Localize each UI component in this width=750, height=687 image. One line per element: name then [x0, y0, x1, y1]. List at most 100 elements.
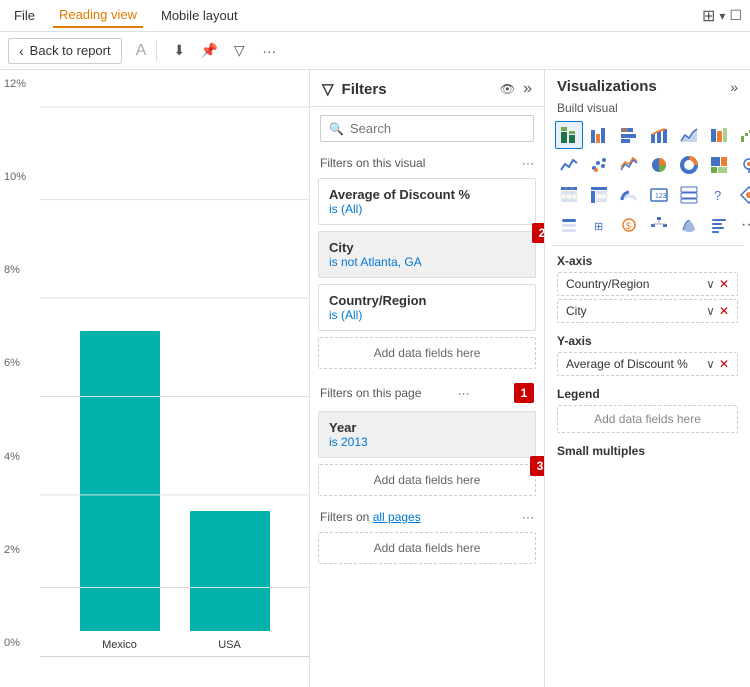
y-axis-labels: 0% 2% 4% 6% 8% 10% 12%: [4, 70, 26, 657]
remove-x-city-icon[interactable]: ✕: [719, 304, 729, 318]
filters-panel: ▽ Filters 👁 » 🔍 Filters on this visual ·…: [310, 70, 545, 687]
viz-stacked-bar[interactable]: [555, 121, 583, 149]
y-axis-discount-text: Average of Discount %: [566, 357, 688, 371]
filters-visual-section: Filters on this visual ···: [310, 150, 544, 176]
viz-arcgis[interactable]: [735, 181, 750, 209]
remove-x-country-icon[interactable]: ✕: [719, 277, 729, 291]
y-axis-discount-icons: ∨ ✕: [706, 357, 729, 371]
chevron-down-icon-3[interactable]: ∨: [706, 357, 715, 371]
y-label-6: 6%: [4, 357, 26, 369]
viz-clustered-bar[interactable]: [585, 121, 613, 149]
x-axis-city-field[interactable]: City ∨ ✕: [557, 299, 738, 323]
filters-page-section: Filters on this page ··· 1: [310, 377, 544, 409]
x-axis-city-icons: ∨ ✕: [706, 304, 729, 318]
filter-city-badge: 2: [532, 223, 545, 243]
chevron-down-icon-2[interactable]: ∨: [706, 304, 715, 318]
viz-table[interactable]: [555, 181, 583, 209]
grid-icon[interactable]: ⊞: [702, 6, 715, 26]
viz-line-bar[interactable]: [645, 121, 673, 149]
y-axis-discount-field[interactable]: Average of Discount % ∨ ✕: [557, 352, 738, 376]
viz-filled-map[interactable]: [675, 211, 703, 239]
search-box[interactable]: 🔍: [320, 115, 534, 142]
viz-decomp-tree[interactable]: [645, 211, 673, 239]
add-field-visual[interactable]: Add data fields here: [318, 337, 536, 369]
menu-reading-view[interactable]: Reading view: [53, 3, 143, 28]
viz-pie[interactable]: [645, 151, 673, 179]
legend-add-field[interactable]: Add data fields here: [557, 405, 738, 433]
viz-treemap[interactable]: [705, 151, 733, 179]
viz-area[interactable]: [675, 121, 703, 149]
bar-usa-label: USA: [218, 639, 241, 651]
viz-expand-icon[interactable]: »: [730, 79, 738, 95]
y-axis-section: Y-axis Average of Discount % ∨ ✕: [551, 330, 744, 383]
viz-line-cluster[interactable]: [615, 151, 643, 179]
viz-donut[interactable]: [675, 151, 703, 179]
x-axis-label: X-axis: [557, 254, 738, 268]
menu-icons-right: ⊞ ▾ ☐: [702, 6, 742, 26]
y-axis-label: Y-axis: [557, 334, 738, 348]
y-label-2: 2%: [4, 544, 26, 556]
filter-city[interactable]: City is not Atlanta, GA: [318, 231, 536, 278]
viz-stacked-bar-h[interactable]: [615, 121, 643, 149]
viz-scatter[interactable]: [585, 151, 613, 179]
back-button-label: Back to report: [30, 43, 111, 58]
x-axis-section: X-axis Country/Region ∨ ✕ City ∨ ✕: [551, 250, 744, 330]
eye-icon[interactable]: 👁: [500, 82, 515, 96]
viz-custom-2[interactable]: $: [615, 211, 643, 239]
menu-file[interactable]: File: [8, 4, 41, 27]
search-input[interactable]: [350, 121, 526, 136]
filters-visual-more-icon[interactable]: ···: [522, 156, 534, 170]
viz-qna[interactable]: ?: [705, 181, 733, 209]
filters-page-more-icon[interactable]: ···: [458, 386, 470, 400]
bar-mexico-label: Mexico: [102, 639, 137, 651]
viz-more[interactable]: ···: [735, 211, 750, 239]
filter-icon[interactable]: ▽: [227, 39, 251, 63]
back-arrow-icon: ‹: [19, 43, 24, 59]
add-field-page[interactable]: Add data fields here: [318, 464, 536, 496]
viz-matrix[interactable]: [585, 181, 613, 209]
viz-smart-narrative[interactable]: [705, 211, 733, 239]
x-axis-city-text: City: [566, 304, 587, 318]
chevron-down-icon[interactable]: ▾: [719, 9, 725, 23]
small-multiples-section: Small multiples: [551, 440, 744, 466]
y-label-12: 12%: [4, 78, 26, 90]
menu-mobile-layout[interactable]: Mobile layout: [155, 4, 244, 27]
x-axis-country-icons: ∨ ✕: [706, 277, 729, 291]
x-axis-country-field[interactable]: Country/Region ∨ ✕: [557, 272, 738, 296]
filter-country[interactable]: Country/Region is (All): [318, 284, 536, 331]
back-to-report-button[interactable]: ‹ Back to report: [8, 38, 122, 64]
remove-y-discount-icon[interactable]: ✕: [719, 357, 729, 371]
filter-country-subtitle: is (All): [329, 308, 525, 322]
more-options-icon[interactable]: ···: [257, 39, 281, 63]
svg-text:$: $: [626, 221, 631, 231]
filters-all-more-icon[interactable]: ···: [522, 510, 534, 524]
viz-card[interactable]: 123: [645, 181, 673, 209]
viz-header: Visualizations »: [551, 70, 744, 99]
filter-discount[interactable]: Average of Discount % is (All): [318, 178, 536, 225]
bar-mexico: Mexico: [80, 331, 160, 651]
filters-all-section: Filters on all pages ···: [310, 504, 544, 530]
filter-country-title: Country/Region: [329, 293, 525, 308]
toolbar-separator-1: A: [136, 42, 147, 60]
maximize-icon[interactable]: ☐: [729, 7, 742, 24]
filter-year[interactable]: Year is 2013: [318, 411, 536, 458]
viz-custom-1[interactable]: ⊞: [585, 211, 613, 239]
viz-slicer[interactable]: [555, 211, 583, 239]
main-container: 0% 2% 4% 6% 8% 10% 12% Mexico USA: [0, 70, 750, 687]
legend-label: Legend: [557, 387, 738, 401]
add-field-all[interactable]: Add data fields here: [318, 532, 536, 564]
filter-discount-title: Average of Discount %: [329, 187, 525, 202]
viz-line[interactable]: [555, 151, 583, 179]
expand-icon[interactable]: »: [523, 80, 532, 98]
download-icon[interactable]: ⬇: [167, 39, 191, 63]
chevron-down-icon[interactable]: ∨: [706, 277, 715, 291]
viz-gauge[interactable]: [615, 181, 643, 209]
viz-multi-row-card[interactable]: [675, 181, 703, 209]
pin-icon[interactable]: 📌: [197, 39, 221, 63]
filter-city-subtitle: is not Atlanta, GA: [329, 255, 525, 269]
bar-usa-rect: [190, 511, 270, 631]
viz-waterfall[interactable]: [735, 121, 750, 149]
filters-all-label: Filters on all pages: [320, 510, 421, 524]
viz-map[interactable]: [735, 151, 750, 179]
viz-ribbon[interactable]: [705, 121, 733, 149]
